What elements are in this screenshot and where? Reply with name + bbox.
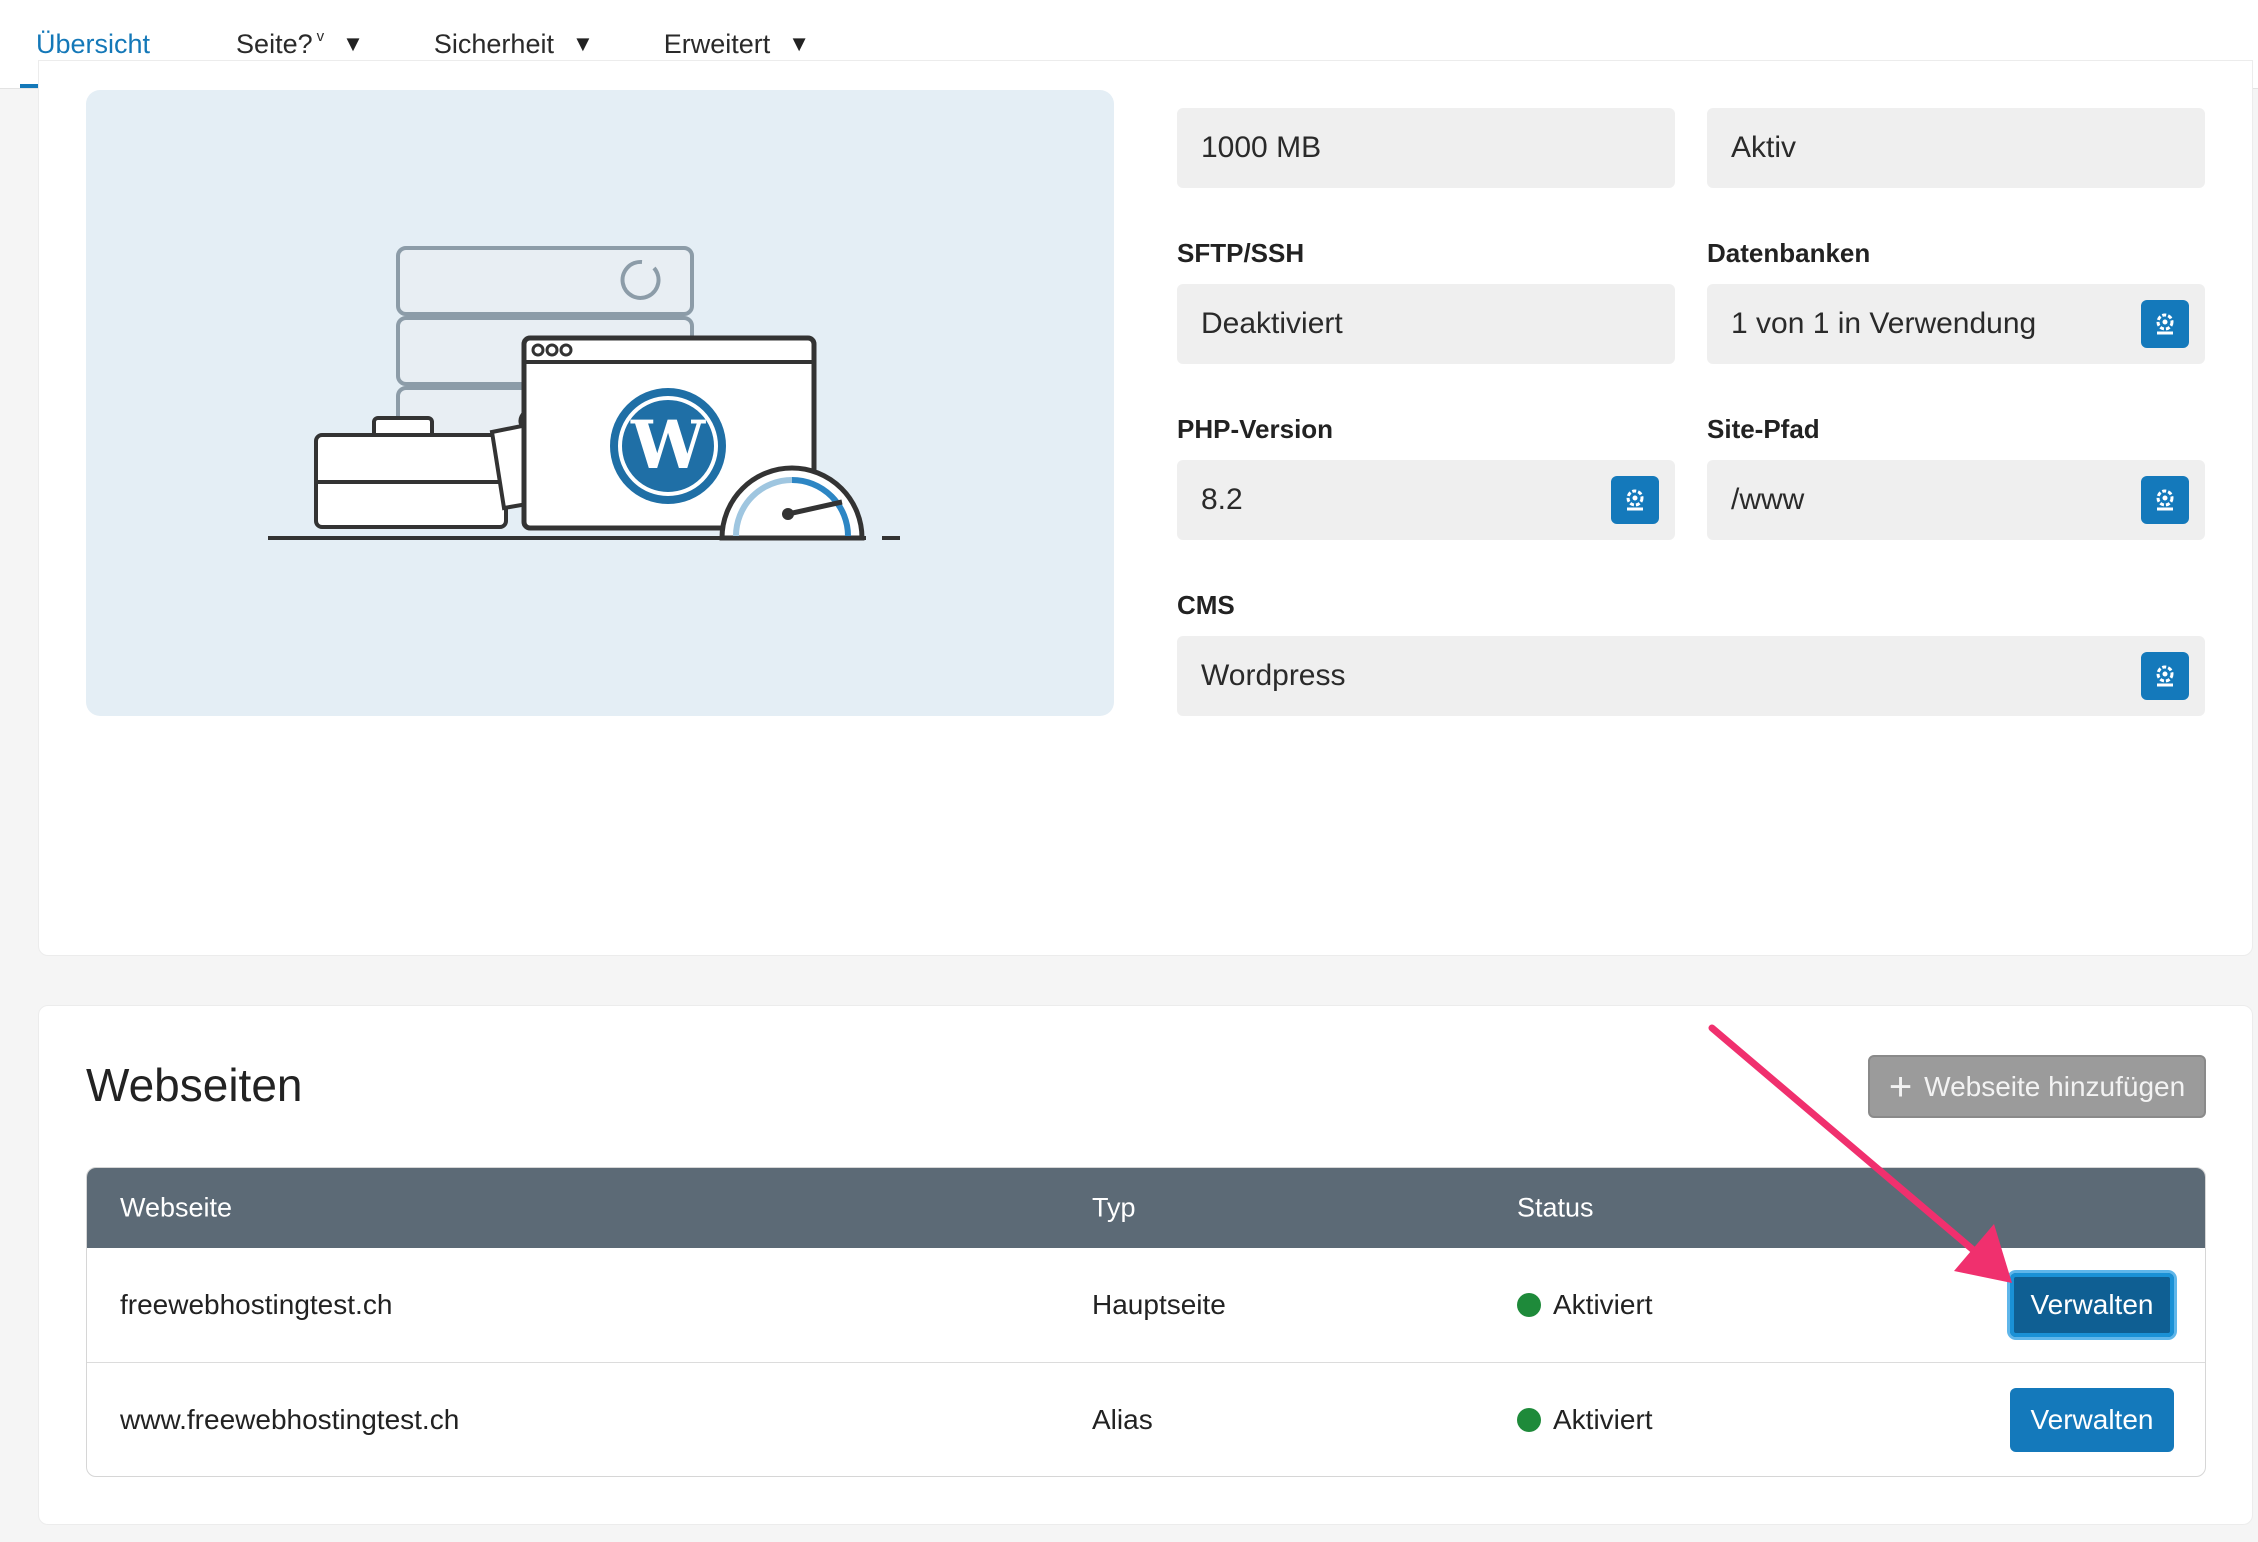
sftp-label: SFTP/SSH	[1177, 238, 1305, 268]
wordpress-hosting-illustration: W	[86, 90, 1114, 716]
php-field: 8.2	[1177, 460, 1675, 540]
website-status-text: Aktiviert	[1553, 1289, 1653, 1320]
add-website-button[interactable]: + Webseite hinzufügen	[1868, 1055, 2206, 1118]
site-path-field: /www	[1707, 460, 2205, 540]
databases-value: 1 von 1 in Verwendung	[1731, 307, 2037, 340]
tab-seite-label: Seite?	[236, 28, 313, 59]
table-row: www.freewebhostingtest.ch Alias Aktivier…	[87, 1362, 2205, 1476]
status-dot-icon	[1517, 1293, 1541, 1317]
cms-value: Wordpress	[1201, 659, 1346, 692]
sftp-field: Deaktiviert	[1177, 284, 1675, 364]
chevron-down-icon: ▼	[571, 31, 594, 56]
tab-sicherheit-label: Sicherheit	[433, 28, 554, 59]
manage-button[interactable]: Verwalten	[2010, 1387, 2174, 1452]
website-type: Alias	[1092, 1403, 1153, 1435]
cms-settings-button[interactable]	[2141, 652, 2189, 700]
cms-label: CMS	[1177, 590, 1235, 620]
add-website-label: Webseite hinzufügen	[1924, 1070, 2186, 1102]
table-header: Webseite Typ Status	[87, 1168, 2205, 1248]
gear-icon	[2156, 665, 2174, 687]
websites-table: Webseite Typ Status freewebhostingtest.c…	[86, 1167, 2206, 1477]
page: Übersicht Seite? v ▼ Sicherheit ▼ Erweit…	[0, 0, 2258, 1542]
php-settings-button[interactable]	[1611, 476, 1659, 524]
gear-icon	[2156, 489, 2174, 511]
chevron-down-icon: ▼	[788, 31, 811, 56]
sftp-value: Deaktiviert	[1201, 307, 1343, 340]
tab-seite-superscript: v	[316, 27, 325, 45]
table-row: freewebhostingtest.ch Hauptseite Aktivie…	[87, 1248, 2205, 1362]
status-value: Aktiv	[1731, 131, 1797, 164]
websites-title: Webseiten	[86, 1059, 303, 1111]
site-path-label: Site-Pfad	[1707, 414, 1820, 444]
website-status: Aktiviert	[1517, 1404, 1653, 1436]
databases-label: Datenbanken	[1707, 238, 1871, 268]
php-value: 8.2	[1201, 483, 1243, 516]
chevron-down-icon: ▼	[342, 31, 364, 56]
column-header-type: Typ	[1092, 1192, 1136, 1223]
website-name: freewebhostingtest.ch	[120, 1289, 393, 1320]
php-label: PHP-Version	[1177, 414, 1334, 444]
storage-value: 1000 MB	[1201, 131, 1322, 164]
cms-field: Wordpress	[1177, 636, 2205, 716]
manage-button[interactable]: Verwalten	[2010, 1273, 2174, 1337]
wordpress-illustration-icon: W	[268, 246, 900, 541]
website-type: Hauptseite	[1092, 1289, 1226, 1320]
site-path-value: /www	[1731, 483, 1805, 516]
svg-text:W: W	[630, 406, 706, 484]
website-status-text: Aktiviert	[1553, 1403, 1653, 1435]
plus-icon: +	[1888, 1064, 1913, 1109]
tab-uebersicht-label: Übersicht	[36, 28, 151, 59]
site-path-settings-button[interactable]	[2141, 476, 2189, 524]
tab-erweitert-label: Erweitert	[663, 28, 771, 59]
column-header-status: Status	[1517, 1192, 1594, 1223]
gear-icon	[1626, 489, 1644, 511]
status-dot-icon	[1517, 1407, 1541, 1432]
column-header-website: Webseite	[120, 1192, 233, 1223]
databases-field: 1 von 1 in Verwendung	[1707, 284, 2205, 364]
storage-field: 1000 MB	[1177, 108, 1675, 188]
status-field: Aktiv	[1707, 108, 2205, 188]
website-status: Aktiviert	[1517, 1289, 1653, 1321]
website-name: www.freewebhostingtest.ch	[120, 1403, 460, 1435]
databases-settings-button[interactable]	[2141, 300, 2189, 348]
gear-icon	[2156, 313, 2174, 335]
